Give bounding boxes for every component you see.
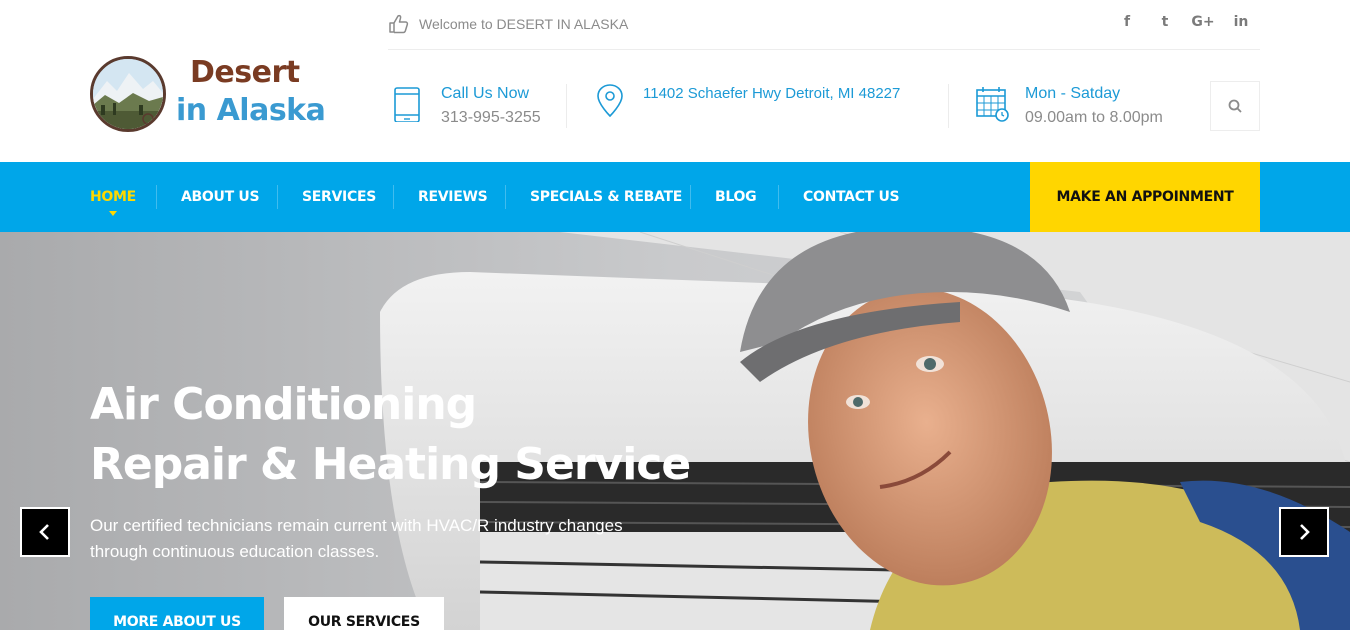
twitter-icon[interactable]: t — [1146, 14, 1184, 30]
divider — [778, 185, 779, 209]
nav-item-reviews[interactable]: REVIEWS — [418, 162, 488, 232]
divider — [948, 84, 949, 128]
map-pin-icon — [597, 84, 623, 118]
phone-number[interactable]: 313-995-3255 — [441, 106, 541, 130]
chevron-right-icon — [1300, 524, 1310, 540]
slider-prev-button[interactable] — [20, 507, 70, 557]
more-about-us-button[interactable]: MORE ABOUT US — [90, 597, 264, 630]
nav-item-specials[interactable]: SPECIALS & REBATE — [530, 162, 682, 232]
hero-title: Air Conditioning Repair & Heating Servic… — [90, 375, 691, 495]
hero-title-line2: Repair & Heating Service — [90, 439, 691, 490]
main-nav: HOME ABOUT US SERVICES REVIEWS SPECIALS … — [0, 162, 1350, 232]
chevron-left-icon — [39, 524, 49, 540]
divider — [277, 185, 278, 209]
nav-item-home[interactable]: HOME — [90, 162, 136, 232]
hero-subtitle-line2: through continuous education classes. — [90, 542, 380, 561]
brand-logo[interactable]: Desert in Alaska — [90, 52, 340, 132]
site-header: Desert in Alaska Welcome to DESERT IN AL… — [0, 0, 1350, 162]
welcome-text: Welcome to DESERT IN ALASKA — [419, 16, 629, 32]
contact-phone[interactable]: Call Us Now 313-995-3255 — [393, 82, 541, 132]
divider — [505, 185, 506, 209]
facebook-icon[interactable]: f — [1108, 14, 1146, 30]
nav-item-label: HOME — [90, 189, 136, 205]
hours-value: 09.00am to 8.00pm — [1025, 109, 1163, 126]
divider — [690, 185, 691, 209]
mobile-phone-icon — [394, 87, 420, 122]
social-links: f t G+ in — [1108, 14, 1260, 30]
hero-title-line1: Air Conditioning — [90, 379, 477, 430]
search-icon — [1228, 99, 1242, 113]
calendar-clock-icon — [976, 87, 1009, 122]
welcome-message: Welcome to DESERT IN ALASKA — [388, 14, 628, 34]
divider — [566, 84, 567, 128]
nav-item-services[interactable]: SERVICES — [302, 162, 376, 232]
nav-item-blog[interactable]: BLOG — [715, 162, 757, 232]
divider — [156, 185, 157, 209]
make-appointment-button[interactable]: MAKE AN APPOINMENT — [1030, 162, 1260, 232]
phone-label: Call Us Now — [441, 85, 530, 102]
logo-badge-icon — [90, 56, 166, 132]
address-text: 11402 Schaefer Hwy Detroit, MI 48227 — [643, 85, 901, 102]
slider-next-button[interactable] — [1279, 507, 1329, 557]
hero-subtitle: Our certified technicians remain current… — [90, 513, 730, 565]
contact-hours: Mon - Satday 09.00am to 8.00pm — [975, 82, 1163, 132]
brand-name: Desert in Alaska — [176, 52, 326, 132]
linkedin-icon[interactable]: in — [1222, 14, 1260, 30]
hero-subtitle-line1: Our certified technicians remain current… — [90, 516, 623, 535]
active-caret-icon — [108, 211, 117, 216]
brand-name-line1: Desert — [190, 55, 300, 90]
hero-slider: Air Conditioning Repair & Heating Servic… — [0, 232, 1350, 630]
search-button[interactable] — [1210, 81, 1260, 131]
nav-item-about[interactable]: ABOUT US — [181, 162, 260, 232]
google-plus-icon[interactable]: G+ — [1184, 14, 1222, 30]
our-services-button[interactable]: OUR SERVICES — [284, 597, 444, 630]
thumbs-up-icon — [389, 14, 409, 34]
divider — [393, 185, 394, 209]
hours-label: Mon - Satday — [1025, 85, 1121, 102]
contact-address[interactable]: 11402 Schaefer Hwy Detroit, MI 48227 — [595, 82, 900, 132]
top-bar: Welcome to DESERT IN ALASKA f t G+ in — [388, 0, 1260, 50]
brand-name-line2: in Alaska — [176, 93, 326, 128]
nav-item-contact[interactable]: CONTACT US — [803, 162, 900, 232]
